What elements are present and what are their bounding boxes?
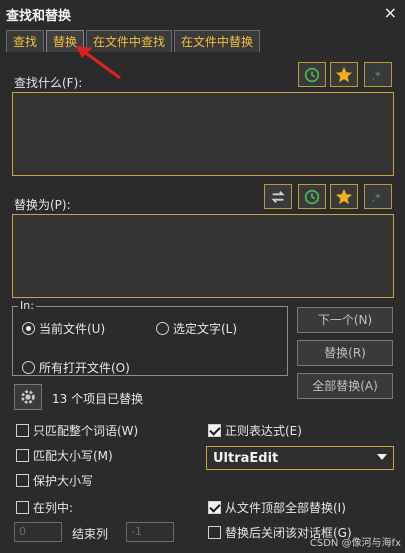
find-history-button[interactable]: [298, 62, 326, 87]
in-column-checkbox[interactable]: 在列中:: [16, 499, 73, 516]
replace-history-button[interactable]: [298, 184, 326, 209]
regex-engine-select[interactable]: UltraEdit: [206, 446, 394, 470]
replace-all-button[interactable]: 全部替换(A): [297, 373, 393, 399]
checkbox-box: [16, 449, 29, 462]
status-text: 13 个项目已替换: [52, 392, 144, 406]
radio-dot: [156, 322, 169, 335]
preserve-case-label: 保护大小写: [33, 474, 94, 488]
svg-text:.*: .*: [372, 191, 381, 204]
preserve-case-checkbox[interactable]: 保护大小写: [16, 472, 93, 489]
find-regex-button[interactable]: .*: [364, 62, 392, 87]
replace-all-from-top-label: 从文件顶部全部替换(I): [225, 501, 346, 515]
match-case-checkbox[interactable]: 匹配大小写(M): [16, 447, 113, 464]
gear-icon: [21, 390, 35, 404]
checkbox-box: [16, 501, 29, 514]
svg-text:.*: .*: [372, 69, 381, 82]
find-label: 查找什么(F):: [14, 76, 83, 90]
radio-all-open-files-label: 所有打开文件(O): [39, 361, 130, 375]
match-whole-word-checkbox[interactable]: 只匹配整个词语(W): [16, 422, 138, 439]
in-column-label: 在列中:: [33, 501, 74, 515]
scope-label: In:: [18, 299, 36, 312]
star-icon: [335, 66, 353, 82]
regex-label: 正则表达式(E): [225, 424, 302, 438]
replace-input[interactable]: [12, 214, 394, 298]
regex-checkbox[interactable]: 正则表达式(E): [208, 422, 302, 439]
replace-favorite-button[interactable]: [330, 184, 358, 209]
tab-replace-in-files[interactable]: 在文件中替换: [174, 30, 261, 52]
tab-find[interactable]: 查找: [6, 30, 45, 52]
match-whole-word-label: 只匹配整个词语(W): [33, 424, 139, 438]
chevron-down-icon: [377, 454, 387, 460]
regex-icon: .*: [372, 191, 381, 204]
close-icon[interactable]: ×: [384, 3, 397, 22]
end-column-input[interactable]: -1: [126, 522, 174, 542]
radio-selected-text-label: 选定文字(L): [173, 322, 238, 336]
start-column-input[interactable]: 0: [14, 522, 62, 542]
regex-icon: .*: [372, 69, 381, 82]
checkbox-box: [16, 424, 29, 437]
radio-dot: [22, 361, 35, 374]
star-icon: [335, 188, 353, 204]
title-bar: 查找和替换 ×: [0, 0, 405, 26]
replace-button[interactable]: 替换(R): [297, 340, 393, 366]
swap-icon: [271, 190, 285, 203]
radio-selected-text[interactable]: 选定文字(L): [156, 320, 237, 337]
next-button[interactable]: 下一个(N): [297, 307, 393, 333]
checkbox-box: [208, 526, 221, 539]
history-icon: [304, 189, 320, 204]
settings-button[interactable]: [14, 384, 42, 410]
history-icon: [304, 67, 320, 82]
replace-label: 替换为(P):: [14, 198, 71, 212]
radio-dot: [22, 322, 35, 335]
radio-all-open-files[interactable]: 所有打开文件(O): [22, 359, 130, 376]
checkbox-box: [208, 424, 221, 437]
find-favorite-button[interactable]: [330, 62, 358, 87]
radio-current-file[interactable]: 当前文件(U): [22, 320, 105, 337]
window-title: 查找和替换: [6, 9, 72, 24]
match-case-label: 匹配大小写(M): [33, 449, 113, 463]
replace-regex-button[interactable]: .*: [364, 184, 392, 209]
checkbox-box: [16, 474, 29, 487]
end-column-label: 结束列: [72, 527, 109, 541]
footer-watermark: CSDN @像河与海fx: [309, 538, 401, 549]
find-input[interactable]: [12, 92, 394, 176]
tab-bar: 查找 替换 在文件中查找 在文件中替换: [6, 30, 262, 52]
radio-current-file-label: 当前文件(U): [39, 322, 106, 336]
replace-all-from-top-checkbox[interactable]: 从文件顶部全部替换(I): [208, 499, 346, 516]
regex-engine-value: UltraEdit: [213, 450, 279, 466]
checkbox-box: [208, 501, 221, 514]
swap-button[interactable]: [264, 184, 292, 209]
